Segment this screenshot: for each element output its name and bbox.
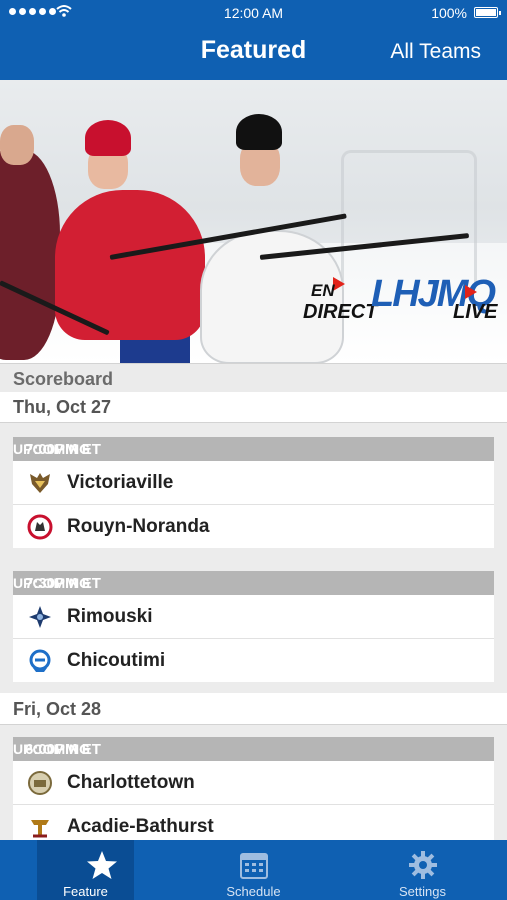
islanders-logo-icon: [28, 771, 52, 795]
team-name: Chicoutimi: [67, 650, 166, 671]
tab-feature[interactable]: Feature: [37, 840, 134, 900]
tab-label: Settings: [399, 884, 446, 899]
banner-player-white-helmet: [236, 114, 282, 150]
gear-icon: [409, 851, 437, 879]
banner-logo: EN DIRECT LHJMQ LIVE: [301, 267, 501, 337]
logo-triangle: [465, 285, 477, 299]
tab-schedule[interactable]: Schedule: [205, 840, 302, 900]
scoreboard-header: Scoreboard: [0, 363, 507, 392]
battery-percent: 100%: [431, 5, 467, 21]
game-card[interactable]: 7:30PM ET UPCOMING Rimouski Chicoutimi: [13, 571, 494, 682]
tab-label: Feature: [63, 884, 108, 899]
status-bar: 12:00 AM 100%: [0, 0, 507, 26]
huskies-logo-icon: [27, 514, 53, 540]
all-teams-button[interactable]: All Teams: [390, 40, 481, 64]
date-label: Thu, Oct 27: [13, 397, 112, 417]
battery-icon: [474, 7, 501, 18]
scoreboard-title: Scoreboard: [13, 369, 114, 389]
team-row-chicoutimi[interactable]: Chicoutimi: [13, 639, 494, 682]
logo-live-text: LIVE: [453, 301, 498, 323]
banner-player-red-helmet: [85, 120, 131, 156]
banner-player-left-face: [0, 125, 34, 165]
date-row: Thu, Oct 27: [0, 392, 507, 423]
game-card[interactable]: 7:00PM ET UPCOMING Victoriaville Rouyn-N…: [13, 437, 494, 548]
team-name: Acadie-Bathurst: [67, 816, 214, 837]
banner-player-left: [0, 150, 60, 360]
game-header: 7:00PM ET UPCOMING: [13, 437, 494, 461]
banner-goal-net: [341, 150, 477, 283]
tab-bar: Feature Schedule Settings: [0, 840, 507, 900]
game-card[interactable]: 6:00PM ET UPCOMING Charlottetown Acadie-…: [13, 737, 494, 848]
team-row-charlottetown[interactable]: Charlottetown: [13, 761, 494, 805]
team-name: Victoriaville: [67, 472, 174, 493]
tab-label: Schedule: [226, 884, 281, 899]
tigres-logo-icon: [30, 473, 50, 493]
date-label: Fri, Oct 28: [13, 699, 102, 719]
game-header: 6:00PM ET UPCOMING: [13, 737, 494, 761]
date-row: Fri, Oct 28: [0, 694, 507, 725]
featured-banner[interactable]: EN DIRECT LHJMQ LIVE: [0, 80, 507, 363]
logo-en-text: EN: [311, 281, 335, 300]
team-row-rouyn-noranda[interactable]: Rouyn-Noranda: [13, 505, 494, 548]
team-name: Rimouski: [67, 606, 153, 627]
game-header: 7:30PM ET UPCOMING: [13, 571, 494, 595]
top-bar: 12:00 AM 100% Featured All Teams: [0, 0, 507, 80]
oceanic-logo-icon: [29, 606, 51, 628]
team-name: Rouyn-Noranda: [67, 516, 210, 537]
logo-direct-text: DIRECT: [303, 301, 378, 323]
star-icon: [87, 851, 117, 879]
titan-logo-icon: [31, 820, 49, 838]
team-row-rimouski[interactable]: Rimouski: [13, 595, 494, 639]
calendar-icon: [240, 853, 268, 879]
team-row-victoriaville[interactable]: Victoriaville: [13, 461, 494, 505]
team-name: Charlottetown: [67, 772, 195, 793]
sagueneens-logo-icon: [29, 649, 51, 672]
tab-settings[interactable]: Settings: [374, 840, 471, 900]
